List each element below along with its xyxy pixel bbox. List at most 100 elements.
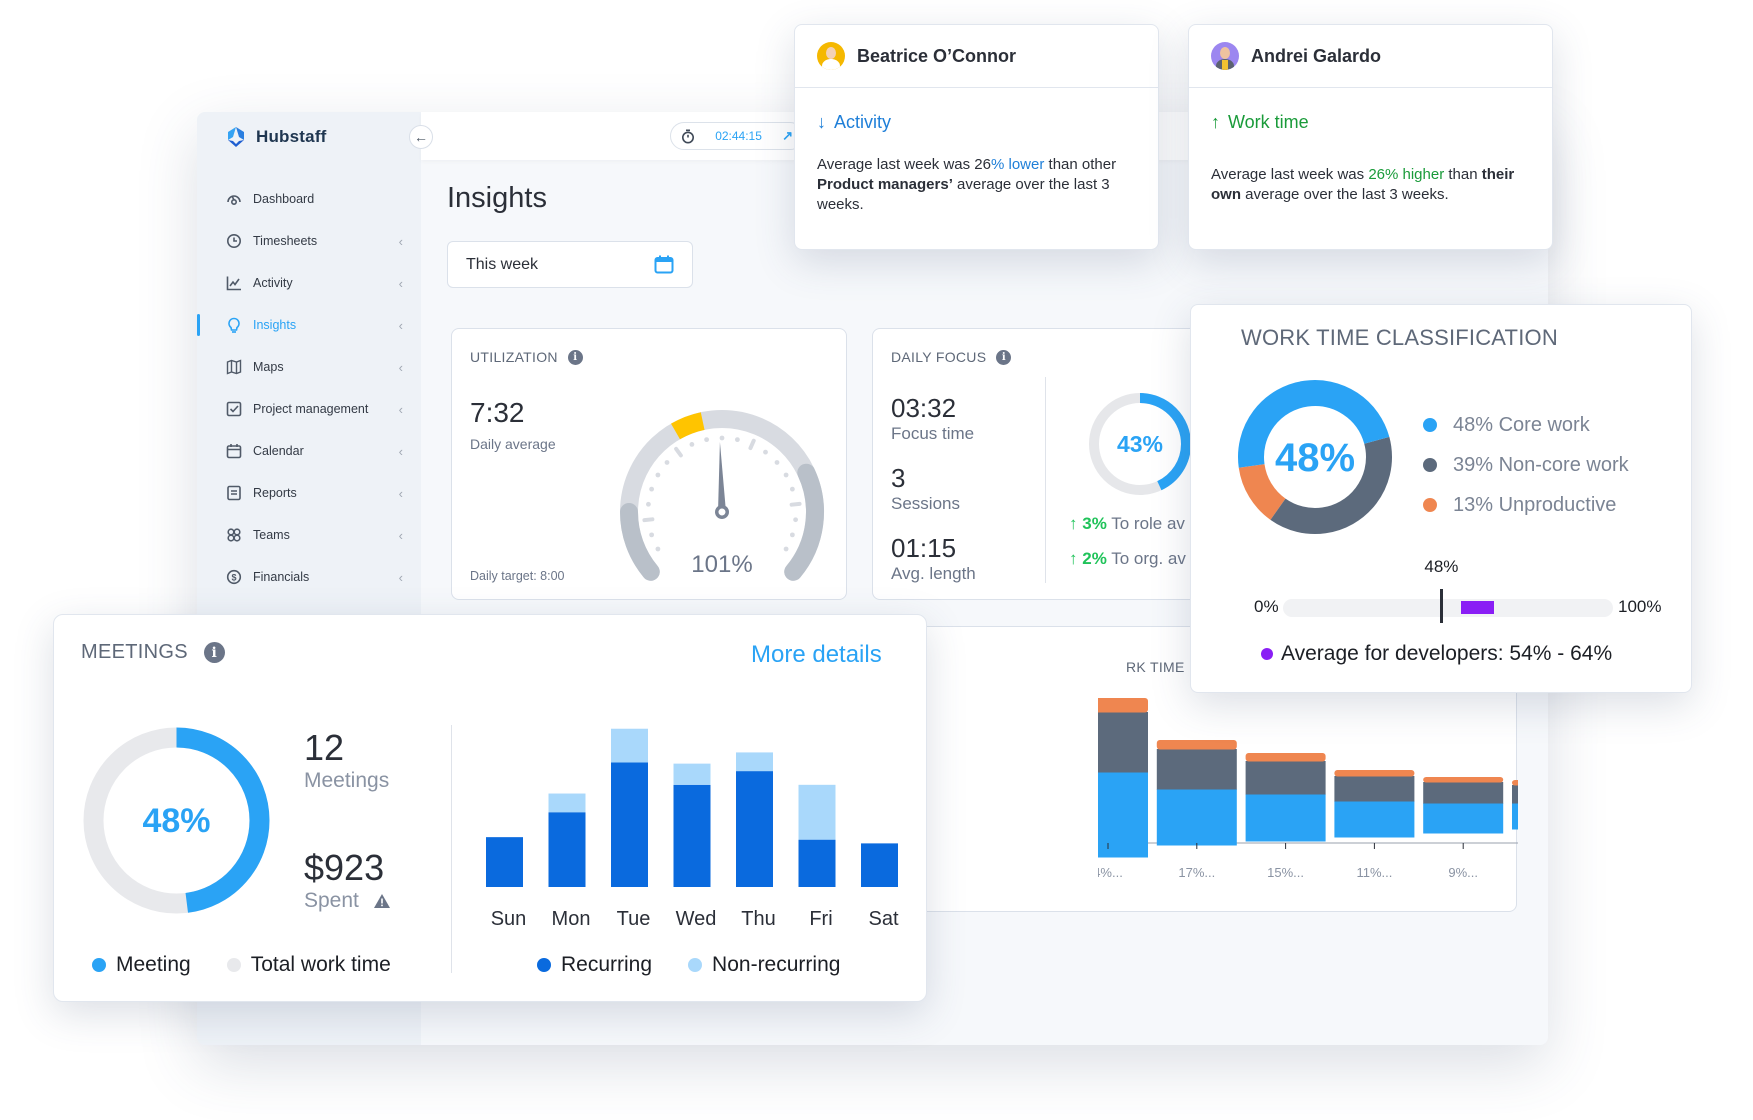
- bar-segment-non-core-work: [1423, 782, 1504, 804]
- open-timer-icon[interactable]: ↗: [782, 128, 793, 144]
- gauge-tick: [783, 546, 789, 552]
- info-icon[interactable]: i: [203, 642, 225, 663]
- x-tick-label: 11%...: [1356, 865, 1392, 880]
- meetings-spent-value: $923: [304, 847, 385, 888]
- bar-segment-unproductive: [1512, 780, 1518, 786]
- chevron-left-icon[interactable]: ‹: [399, 528, 403, 543]
- dashboard-icon: [225, 190, 243, 208]
- sidebar-item-insights[interactable]: Insights ‹: [197, 304, 421, 346]
- bar-mon-non-recurring: [548, 793, 586, 813]
- chevron-left-icon[interactable]: ‹: [399, 276, 403, 291]
- gauge-tick: [763, 449, 768, 455]
- gauge-tick: [774, 460, 780, 465]
- x-tick-label: Wed: [676, 908, 717, 930]
- sidebar-item-financials[interactable]: $ Financials ‹: [197, 556, 421, 598]
- svg-text:$: $: [231, 572, 236, 582]
- x-tick-label: 9%...: [1448, 865, 1478, 880]
- gauge-tick: [789, 486, 795, 492]
- logo[interactable]: Hubstaff: [224, 126, 327, 148]
- bar-thu-recurring: [736, 771, 773, 887]
- current-value-marker: [1440, 589, 1444, 623]
- warning-icon[interactable]: [373, 893, 391, 909]
- chevron-left-icon[interactable]: ‹: [399, 444, 403, 459]
- bar-segment-non-core-work: [1245, 761, 1326, 795]
- bar-segment-core-work: [1512, 803, 1518, 830]
- lightbulb-icon: [225, 316, 243, 334]
- bar-segment-core-work: [1423, 803, 1504, 834]
- chevron-left-icon[interactable]: ‹: [399, 402, 403, 417]
- bar-mon-recurring: [548, 812, 586, 887]
- meetings-count-value: 12: [304, 727, 345, 768]
- legend-label: 48% Core work: [1453, 413, 1590, 436]
- daily-focus-title: DAILY FOCUS: [891, 349, 987, 365]
- meetings-title: MEETINGS: [81, 641, 188, 663]
- legend-dot: [1423, 458, 1437, 472]
- info-icon[interactable]: i: [996, 349, 1012, 365]
- sidebar-item-timesheets[interactable]: Timesheets ‹: [197, 220, 421, 262]
- stopwatch-icon: [682, 129, 694, 143]
- sidebar-item-label: Calendar: [253, 444, 304, 458]
- person-card-header: Andrei Galardo: [1189, 25, 1552, 88]
- person-card-andrei[interactable]: Andrei Galardo ↑ Work time Average last …: [1188, 24, 1553, 250]
- legend-dot: [537, 958, 551, 972]
- info-icon[interactable]: i: [567, 349, 583, 365]
- sidebar-item-calendar[interactable]: Calendar ‹: [197, 430, 421, 472]
- bar-fri-non-recurring: [798, 784, 836, 840]
- sidebar-item-reports[interactable]: Reports ‹: [197, 472, 421, 514]
- sidebar-item-project-management[interactable]: Project management ‹: [197, 388, 421, 430]
- gauge-tick: [646, 501, 651, 507]
- x-tick-label: Fri: [809, 908, 832, 930]
- scale-max: 100%: [1618, 597, 1662, 616]
- bar-sun-recurring: [486, 837, 523, 887]
- checkbox-icon: [225, 400, 243, 418]
- comparison-label: To role av: [1111, 514, 1185, 533]
- expenditure-chart: 4%...17%...15%...11%...9%...8%...6%...: [1098, 698, 1518, 880]
- bar-tue-non-recurring: [611, 728, 648, 763]
- focus-time-value: 03:32: [891, 393, 957, 423]
- chevron-left-icon[interactable]: ‹: [399, 360, 403, 375]
- benchmark-legend: Average for developers: 54% - 64%: [1261, 642, 1612, 666]
- bar-segment-non-core-work: [1334, 776, 1415, 802]
- timer-widget[interactable]: 02:44:15 ↗: [670, 122, 804, 150]
- person-card-beatrice[interactable]: Beatrice O’Connor ↓ Activity Average las…: [794, 24, 1159, 250]
- gauge-tick: [793, 517, 798, 523]
- x-tick-label: Thu: [741, 908, 775, 930]
- legend-dot: [92, 958, 106, 972]
- chevron-left-icon[interactable]: ‹: [399, 234, 403, 249]
- gauge-tick: [789, 532, 795, 538]
- chevron-left-icon[interactable]: ‹: [399, 570, 403, 585]
- bar-segment-unproductive: [1098, 698, 1148, 713]
- collapse-sidebar-button[interactable]: ←: [409, 125, 433, 149]
- gauge-tick: [783, 472, 789, 478]
- comparison-delta: 2%: [1082, 549, 1107, 568]
- legend-item: 39% Non-core work: [1423, 445, 1629, 485]
- chevron-left-icon[interactable]: ‹: [399, 318, 403, 333]
- divider: [1045, 377, 1046, 583]
- legend-item: 13% Unproductive: [1423, 485, 1629, 525]
- focus-ring: 43%: [1089, 393, 1191, 495]
- classification-legend: 48% Core work 39% Non-core work 13% Unprod…: [1423, 405, 1629, 525]
- sidebar-item-activity[interactable]: Activity ‹: [197, 262, 421, 304]
- x-tick-label: Mon: [552, 908, 591, 930]
- legend-label: 39% Non-core work: [1453, 453, 1629, 476]
- person-card-header: Beatrice O’Connor: [795, 25, 1158, 88]
- x-tick-label: 15%...: [1267, 865, 1304, 880]
- sidebar-item-teams[interactable]: Teams ‹: [197, 514, 421, 556]
- calendar-icon: [225, 442, 243, 460]
- sessions-label: Sessions: [891, 494, 960, 513]
- sidebar-item-dashboard[interactable]: Dashboard: [197, 178, 421, 220]
- sessions-value: 3: [891, 463, 906, 493]
- chevron-left-icon[interactable]: ‹: [399, 486, 403, 501]
- sidebar-item-maps[interactable]: Maps ‹: [197, 346, 421, 388]
- sidebar-item-label: Activity: [253, 276, 293, 290]
- meetings-ring: 48%: [83, 727, 270, 914]
- gauge-percent: 101%: [691, 551, 752, 578]
- legend-item-total-work-time: Total work time: [226, 953, 391, 977]
- focus-stat: 01:15 Avg. length: [891, 533, 976, 584]
- comparison-label: To org. av: [1111, 549, 1186, 568]
- clock-icon: [225, 232, 243, 250]
- date-range-picker[interactable]: This week: [447, 241, 693, 288]
- activity-chart-icon: [225, 274, 243, 292]
- comparison-delta: 3%: [1082, 514, 1107, 533]
- more-details-link[interactable]: More details: [751, 641, 882, 669]
